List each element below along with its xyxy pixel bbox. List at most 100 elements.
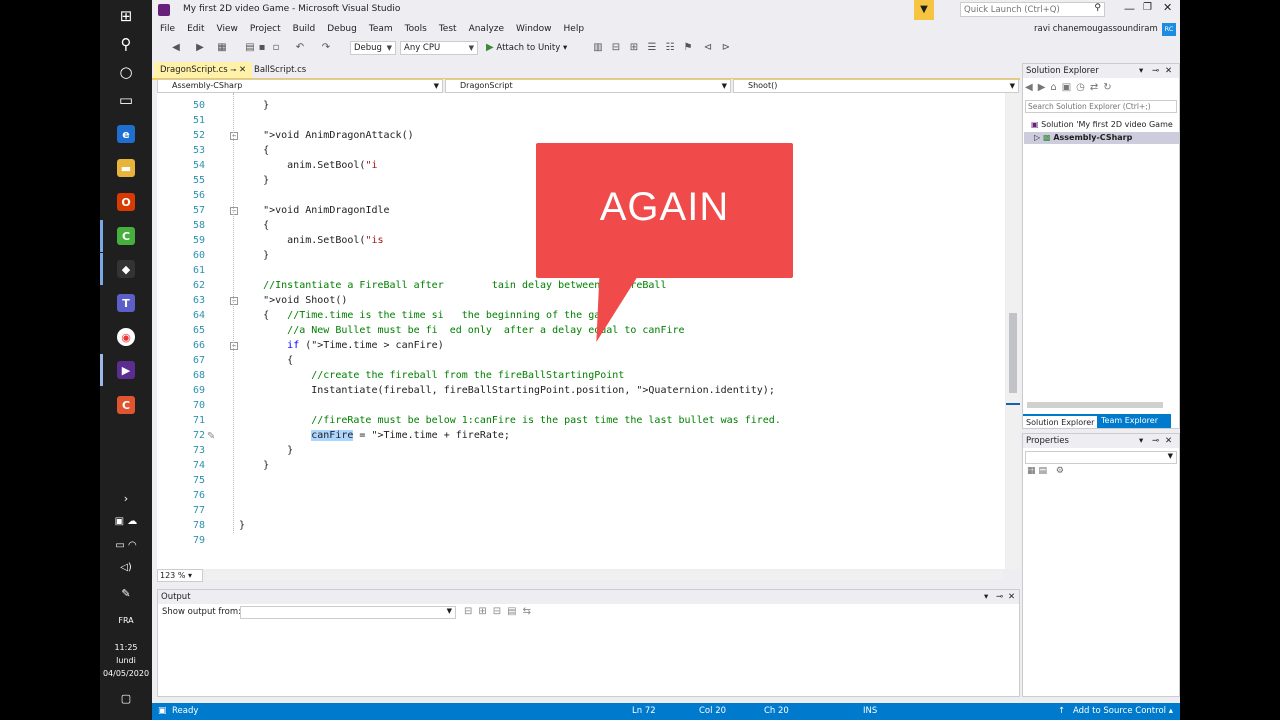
output-close-icon[interactable]: ✕ — [1008, 590, 1015, 604]
code-line[interactable]: 64 { //Time.time is the time si the begi… — [157, 308, 1005, 323]
restore-button[interactable]: ❐ — [1143, 2, 1152, 13]
code-line[interactable]: 70 — [157, 398, 1005, 413]
class-dropdown[interactable]: DragonScript ▼ — [445, 79, 731, 93]
close-button[interactable]: ✕ — [1163, 1, 1172, 14]
indent-icon[interactable]: ☰ — [646, 42, 658, 54]
menu-file[interactable]: File — [154, 20, 181, 39]
code-line[interactable]: 77 — [157, 503, 1005, 518]
unity-icon[interactable]: ◆ — [117, 260, 135, 278]
tab-team-explorer[interactable]: Team Explorer — [1097, 414, 1171, 428]
code-line[interactable]: 79 — [157, 533, 1005, 548]
chevron-up-icon[interactable]: › — [100, 482, 152, 514]
scroll-thumb[interactable] — [1009, 313, 1017, 393]
tab-ballscript[interactable]: BallScript.cs — [248, 62, 312, 78]
battery-icon[interactable]: ▭ ◠ — [100, 540, 152, 551]
project-dropdown[interactable]: Assembly-CSharp ▼ — [157, 79, 443, 93]
save-all-icon[interactable]: ▫ — [270, 42, 282, 54]
code-line[interactable]: 78} — [157, 518, 1005, 533]
toolbar-icon-a[interactable]: ▥ — [592, 42, 604, 54]
menu-window[interactable]: Window — [510, 20, 558, 39]
code-line[interactable]: 74 } — [157, 458, 1005, 473]
volume-icon[interactable]: ◁) — [100, 562, 152, 573]
undo-icon[interactable]: ↶ — [294, 42, 306, 54]
code-line[interactable]: 51 — [157, 113, 1005, 128]
solution-explorer-toolbar[interactable]: ◀▶⌂▣◷⇄↻ — [1025, 82, 1179, 96]
member-dropdown[interactable]: Shoot() ▼ — [733, 79, 1019, 93]
menu-team[interactable]: Team — [363, 20, 399, 39]
tray-icons[interactable]: ▣ ☁ — [100, 516, 152, 527]
chrome-icon[interactable]: ◉ — [117, 328, 135, 346]
pen-icon[interactable]: ✎ — [100, 587, 152, 600]
menu-test[interactable]: Test — [433, 20, 463, 39]
minimize-button[interactable]: — — [1124, 2, 1135, 15]
redo-icon[interactable]: ↷ — [320, 42, 332, 54]
menu-analyze[interactable]: Analyze — [463, 20, 510, 39]
save-icon[interactable]: ▪ — [256, 42, 268, 54]
back-icon[interactable]: ◀ — [170, 42, 182, 54]
output-pin-icon[interactable]: ⊸ — [996, 590, 1003, 604]
filter-icon[interactable]: ▼ — [914, 0, 934, 20]
user-avatar[interactable]: RC — [1162, 23, 1176, 36]
quick-launch-input[interactable] — [961, 3, 1086, 16]
add-to-source-control-button[interactable]: Add to Source Control ▴ — [1073, 703, 1173, 720]
clock-time[interactable]: 11:25 — [100, 643, 152, 652]
file-explorer-icon[interactable]: ▬ — [117, 159, 135, 177]
tab-close-icon[interactable]: ✕ — [239, 65, 246, 75]
forward-icon[interactable]: ▶ — [194, 42, 206, 54]
menu-view[interactable]: View — [211, 20, 244, 39]
menu-build[interactable]: Build — [287, 20, 322, 39]
output-toolbar-icons[interactable]: ⊟⊞⊟▤⇆ — [464, 606, 537, 617]
output-options-icon[interactable]: ▾ — [984, 590, 988, 604]
toolbar-icon-b[interactable]: ⊟ — [610, 42, 622, 54]
collapse-icon[interactable]: − — [230, 342, 238, 350]
tab-solution-explorer[interactable]: Solution Explorer — [1023, 414, 1097, 428]
new-project-icon[interactable]: ▦ — [216, 42, 228, 54]
bookmark-prev-icon[interactable]: ⊲ — [702, 42, 714, 54]
code-line[interactable]: 66 − if (">Time.time > canFire) — [157, 338, 1005, 353]
camtasia-recorder-icon[interactable]: C — [117, 396, 135, 414]
menu-help[interactable]: Help — [558, 20, 591, 39]
language-indicator[interactable]: FRA — [100, 616, 152, 625]
code-line[interactable]: 73 } — [157, 443, 1005, 458]
platform-select[interactable]: Any CPU ▼ — [400, 41, 478, 55]
edge-icon[interactable]: e — [117, 125, 135, 143]
code-line[interactable]: 69 Instantiate(fireball, fireBallStartin… — [157, 383, 1005, 398]
office-icon[interactable]: O — [117, 193, 135, 211]
task-view-icon[interactable]: ▭ — [100, 84, 152, 116]
code-line[interactable]: 65 //a New Bullet must be fi ed only aft… — [157, 323, 1005, 338]
code-line[interactable]: 71 //fireRate must be below 1:canFire is… — [157, 413, 1005, 428]
menu-project[interactable]: Project — [244, 20, 287, 39]
visual-studio-icon[interactable]: ▶ — [117, 361, 135, 379]
editor-vertical-scrollbar[interactable] — [1006, 93, 1020, 569]
expand-icon[interactable]: ▷ — [1034, 133, 1040, 142]
props-close-icon[interactable]: ✕ — [1165, 434, 1172, 448]
code-line[interactable]: 62 //Instantiate a FireBall after tain d… — [157, 278, 1005, 293]
bookmark-next-icon[interactable]: ⊳ — [720, 42, 732, 54]
notification-icon[interactable]: ▢ — [100, 692, 152, 705]
code-line[interactable]: 76 — [157, 488, 1005, 503]
teams-icon[interactable]: T — [117, 294, 135, 312]
panel-options-icon[interactable]: ▾ — [1139, 64, 1143, 78]
project-item[interactable]: ▷ ▩ Assembly-CSharp — [1024, 132, 1179, 144]
search-icon[interactable]: ⚲ — [1094, 3, 1101, 13]
code-line[interactable]: 52 − ">void AnimDragonAttack() — [157, 128, 1005, 143]
panel-pin-icon[interactable]: ⊸ — [1152, 64, 1159, 78]
collapse-icon[interactable]: − — [230, 132, 238, 140]
collapse-icon[interactable]: − — [230, 207, 238, 215]
code-line[interactable]: 50 } — [157, 98, 1005, 113]
properties-toolbar[interactable]: ▦▤ ⚙ — [1027, 466, 1067, 476]
solution-search-input[interactable] — [1026, 101, 1162, 112]
toolbar-icon-c[interactable]: ⊞ — [628, 42, 640, 54]
collapse-icon[interactable]: − — [230, 297, 238, 305]
properties-object-select[interactable]: ▼ — [1025, 451, 1177, 464]
code-line[interactable]: 72 canFire = ">Time.time + fireRate; — [157, 428, 1005, 443]
code-line[interactable]: 63 − ">void Shoot() — [157, 293, 1005, 308]
code-line[interactable]: 75 — [157, 473, 1005, 488]
props-pin-icon[interactable]: ⊸ — [1152, 434, 1159, 448]
bookmark-icon[interactable]: ⚑ — [682, 42, 694, 54]
solution-horizontal-scrollbar[interactable] — [1027, 402, 1163, 408]
menu-tools[interactable]: Tools — [399, 20, 433, 39]
open-icon[interactable]: ▤ — [244, 42, 256, 54]
outdent-icon[interactable]: ☷ — [664, 42, 676, 54]
panel-close-icon[interactable]: ✕ — [1165, 64, 1172, 78]
